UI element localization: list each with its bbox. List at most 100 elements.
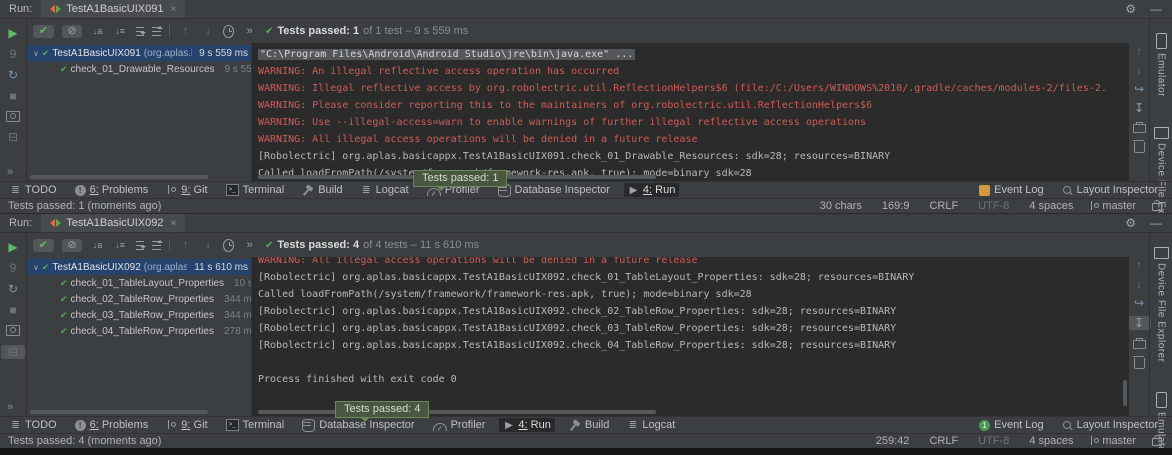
test-tree-check01[interactable]: ✔ check_01_TableLayout_Properties 10 s 6…: [27, 275, 251, 291]
sort-by-duration-icon[interactable]: ↓≡: [113, 26, 128, 37]
settings-gear-icon[interactable]: ⚙: [1125, 2, 1136, 16]
device-file-explorer-stripe-button[interactable]: Device File Explorer: [1154, 247, 1169, 362]
console-vertical-scrollbar[interactable]: [1123, 380, 1127, 406]
indent-setting[interactable]: 4 spaces: [1025, 200, 1073, 212]
tool-button-run[interactable]: ▶ 4: Run: [624, 183, 679, 197]
thread-dump-icon[interactable]: [6, 325, 20, 336]
collapse-all-icon[interactable]: [152, 27, 161, 36]
hide-window-icon[interactable]: —: [1150, 2, 1162, 16]
file-encoding[interactable]: UTF-8: [974, 435, 1009, 447]
hidden-actions-icon[interactable]: »: [7, 166, 13, 178]
tool-button-git[interactable]: 9: Git: [162, 418, 211, 432]
sort-alphabetically-icon[interactable]: ↓a: [90, 26, 105, 37]
rerun-icon[interactable]: ▶: [4, 27, 22, 39]
tool-button-build[interactable]: Build: [565, 418, 613, 432]
collapse-all-icon[interactable]: [152, 241, 161, 250]
show-ignored-icon[interactable]: ⊘: [62, 25, 83, 38]
clear-all-icon[interactable]: [1134, 358, 1145, 369]
restore-layout-icon[interactable]: ⊟: [4, 131, 22, 143]
next-occurrence-icon[interactable]: ↓: [201, 240, 216, 251]
print-icon[interactable]: [1133, 124, 1146, 133]
more-actions-icon[interactable]: »: [242, 240, 257, 251]
run-tab-uix091[interactable]: TestA1BasicUIX091 ×: [41, 0, 185, 18]
clear-all-icon[interactable]: [1134, 142, 1145, 153]
layout-inspector-button[interactable]: Layout Inspector: [1058, 183, 1162, 197]
stop-icon[interactable]: ■: [4, 90, 22, 102]
test-tree-root-uix092[interactable]: ∨ ✔ TestA1BasicUIX092 (org.aplas.basicap…: [27, 259, 251, 275]
close-icon[interactable]: ×: [170, 4, 176, 15]
settings-gear-icon[interactable]: ⚙: [1125, 216, 1136, 230]
hidden-actions-icon[interactable]: »: [7, 401, 13, 413]
thread-dump-icon[interactable]: [6, 111, 20, 122]
tool-button-logcat[interactable]: ≣ Logcat: [357, 183, 413, 197]
toolbar-separator[interactable]: [169, 25, 170, 37]
sort-by-duration-icon[interactable]: ↓≡: [113, 240, 128, 251]
show-ignored-icon[interactable]: ⊘: [62, 239, 83, 252]
rerun-failed-tests-icon[interactable]: 9: [4, 48, 22, 60]
test-tree-root-uix091[interactable]: ∨ ✔ TestA1BasicUIX091 (org.aplas.basicap…: [27, 45, 251, 61]
show-passed-icon[interactable]: ✔: [33, 239, 54, 252]
auto-test-icon[interactable]: ↻: [4, 283, 22, 295]
tool-button-terminal[interactable]: Terminal: [222, 183, 289, 197]
run-console[interactable]: "C:\Program Files\Android\Android Studio…: [251, 43, 1129, 181]
test-tree[interactable]: ∨ ✔ TestA1BasicUIX091 (org.aplas.basicap…: [27, 43, 251, 181]
soft-wrap-icon[interactable]: ↪: [1130, 297, 1148, 309]
scroll-to-end-icon[interactable]: ↧: [1130, 102, 1148, 114]
expand-all-icon[interactable]: [136, 241, 145, 250]
tool-button-terminal[interactable]: Terminal: [222, 418, 289, 432]
close-icon[interactable]: ×: [170, 218, 176, 229]
tool-button-database-inspector[interactable]: Database Inspector: [298, 418, 418, 433]
scroll-down-icon[interactable]: ↓: [1130, 278, 1148, 290]
show-passed-icon[interactable]: ✔: [33, 25, 54, 38]
tree-horizontal-scrollbar[interactable]: [30, 410, 208, 414]
readonly-lock-icon[interactable]: [1152, 203, 1162, 211]
tool-button-profiler[interactable]: Profiler: [429, 418, 490, 432]
scroll-down-icon[interactable]: ↓: [1130, 64, 1148, 76]
tool-button-todo[interactable]: ≣ TODO: [6, 418, 61, 432]
git-branch[interactable]: master: [1089, 435, 1136, 447]
file-encoding[interactable]: UTF-8: [974, 200, 1009, 212]
tool-button-todo[interactable]: ≣ TODO: [6, 183, 61, 197]
tool-button-logcat[interactable]: ≣ Logcat: [623, 418, 679, 432]
restore-layout-icon[interactable]: ⊟: [1, 345, 25, 359]
auto-test-icon[interactable]: ↻: [4, 69, 22, 81]
chevron-down-icon[interactable]: ∨: [33, 263, 39, 272]
event-log-button[interactable]: Event Log: [975, 183, 1048, 197]
layout-inspector-button[interactable]: Layout Inspector: [1058, 418, 1162, 432]
stop-icon[interactable]: ■: [4, 304, 22, 316]
previous-occurrence-icon[interactable]: ↑: [178, 26, 193, 37]
tool-button-problems[interactable]: 6: Problems: [71, 418, 153, 432]
chevron-down-icon[interactable]: ∨: [33, 49, 39, 58]
scroll-up-icon[interactable]: ↑: [1130, 45, 1148, 57]
test-tree-check03[interactable]: ✔ check_03_TableRow_Properties 344 ms: [27, 307, 251, 323]
indent-setting[interactable]: 4 spaces: [1025, 435, 1073, 447]
test-history-icon[interactable]: [223, 239, 234, 252]
line-separator[interactable]: CRLF: [925, 200, 958, 212]
test-tree[interactable]: ∨ ✔ TestA1BasicUIX092 (org.aplas.basicap…: [27, 257, 251, 416]
run-console[interactable]: WARNING: All illegal access operations w…: [251, 257, 1129, 416]
tool-button-build[interactable]: Build: [298, 183, 346, 197]
sort-alphabetically-icon[interactable]: ↓a: [90, 240, 105, 251]
expand-all-icon[interactable]: [136, 27, 145, 36]
console-horizontal-scrollbar[interactable]: [258, 410, 656, 414]
more-actions-icon[interactable]: »: [242, 26, 257, 37]
readonly-lock-icon[interactable]: [1152, 438, 1162, 446]
caret-position[interactable]: 259:42: [872, 435, 910, 447]
emulator-stripe-button[interactable]: Emulator: [1156, 33, 1167, 97]
tool-button-database-inspector[interactable]: Database Inspector: [494, 183, 614, 198]
previous-occurrence-icon[interactable]: ↑: [178, 240, 193, 251]
caret-position[interactable]: 169:9: [878, 200, 910, 212]
selection-chars-count[interactable]: 30 chars: [816, 200, 862, 212]
soft-wrap-icon[interactable]: ↪: [1130, 83, 1148, 95]
test-tree-check01[interactable]: ✔ check_01_Drawable_Resources 9 s 559 ms: [27, 61, 251, 77]
tool-button-problems[interactable]: 6: Problems: [71, 183, 153, 197]
test-history-icon[interactable]: [223, 25, 234, 38]
toolbar-separator[interactable]: [169, 239, 170, 251]
print-icon[interactable]: [1133, 340, 1146, 349]
tool-button-git[interactable]: 9: Git: [162, 183, 211, 197]
run-tab-uix092[interactable]: TestA1BasicUIX092 ×: [41, 214, 185, 232]
next-occurrence-icon[interactable]: ↓: [201, 26, 216, 37]
hide-window-icon[interactable]: —: [1150, 216, 1162, 230]
test-tree-check04[interactable]: ✔ check_04_TableRow_Properties 278 ms: [27, 323, 251, 339]
scroll-to-end-icon[interactable]: ↧: [1127, 316, 1151, 330]
